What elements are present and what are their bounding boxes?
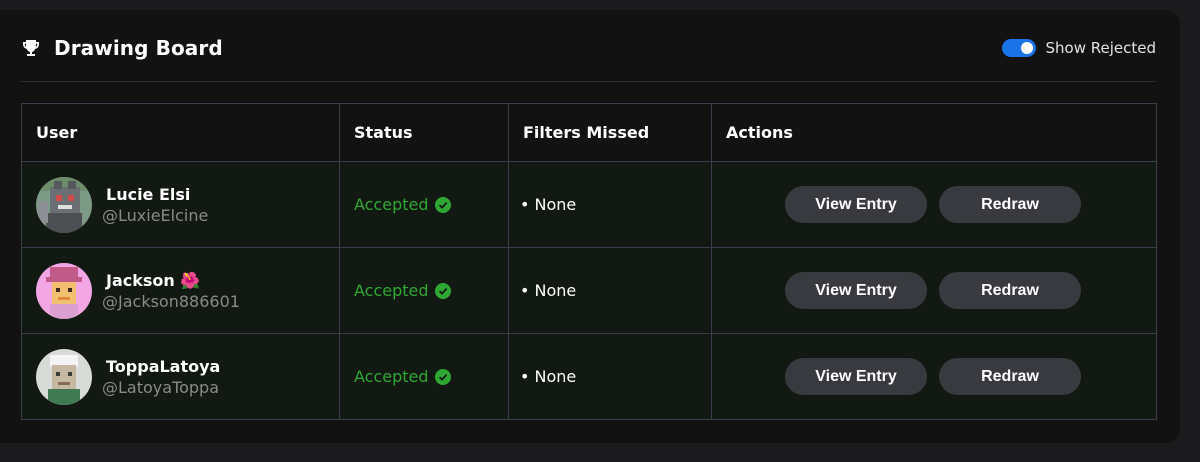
avatar[interactable] bbox=[36, 176, 92, 233]
user-cell: Lucie Elsi @LuxieElcine bbox=[21, 161, 340, 248]
user-info: Jackson 🌺 @Jackson886601 bbox=[102, 271, 240, 311]
user-handle: @Jackson886601 bbox=[102, 291, 240, 311]
column-header-user: User bbox=[21, 103, 340, 162]
filters-missed-text: • None bbox=[520, 281, 577, 300]
user-cell: ToppaLatoya @LatoyaToppa bbox=[21, 333, 340, 420]
check-circle-icon bbox=[434, 196, 451, 213]
filters-missed-text: • None bbox=[520, 367, 577, 386]
actions-cell: View Entry Redraw bbox=[711, 333, 1157, 420]
check-circle-icon bbox=[434, 282, 451, 299]
status-text: Accepted bbox=[354, 195, 429, 214]
view-entry-button[interactable]: View Entry bbox=[785, 272, 927, 309]
check-circle-icon bbox=[434, 368, 451, 385]
redraw-button[interactable]: Redraw bbox=[939, 272, 1081, 309]
user-handle: @LatoyaToppa bbox=[102, 377, 220, 397]
user-info: Lucie Elsi @LuxieElcine bbox=[102, 185, 208, 225]
user-handle: @LuxieElcine bbox=[102, 205, 209, 225]
table-row: ToppaLatoya @LatoyaToppa Accepted • None bbox=[21, 333, 1157, 420]
column-header-actions: Actions bbox=[711, 103, 1157, 162]
table-row: Jackson 🌺 @Jackson886601 Accepted • None bbox=[21, 247, 1157, 334]
actions-cell: View Entry Redraw bbox=[711, 161, 1157, 248]
redraw-button[interactable]: Redraw bbox=[939, 358, 1081, 395]
show-rejected-control[interactable]: Show Rejected bbox=[1001, 39, 1157, 57]
filters-missed-cell: • None bbox=[508, 161, 712, 248]
header-divider bbox=[20, 81, 1156, 82]
page-title: Drawing Board bbox=[54, 36, 223, 60]
status-text: Accepted bbox=[354, 367, 429, 386]
user-name: Jackson 🌺 bbox=[106, 270, 201, 290]
table-row: Lucie Elsi @LuxieElcine Accepted • None bbox=[21, 161, 1157, 248]
column-header-status: Status bbox=[339, 103, 509, 162]
avatar[interactable] bbox=[36, 262, 92, 319]
actions-cell: View Entry Redraw bbox=[711, 247, 1157, 334]
table-header-row: User Status Filters Missed Actions bbox=[21, 103, 1157, 162]
drawing-board-panel: Drawing Board Show Rejected User Status … bbox=[0, 10, 1180, 443]
status-cell: Accepted bbox=[339, 333, 509, 420]
show-rejected-toggle[interactable] bbox=[1001, 39, 1036, 57]
filters-missed-cell: • None bbox=[508, 333, 712, 420]
trophy-icon bbox=[20, 37, 42, 59]
filters-missed-cell: • None bbox=[508, 247, 712, 334]
column-header-filters-missed: Filters Missed bbox=[508, 103, 712, 162]
filters-missed-text: • None bbox=[520, 195, 577, 214]
status-text: Accepted bbox=[354, 281, 429, 300]
show-rejected-label: Show Rejected bbox=[1045, 39, 1157, 57]
user-info: ToppaLatoya @LatoyaToppa bbox=[102, 357, 220, 397]
user-cell: Jackson 🌺 @Jackson886601 bbox=[21, 247, 340, 334]
user-name: Lucie Elsi bbox=[106, 184, 191, 204]
redraw-button[interactable]: Redraw bbox=[939, 186, 1081, 223]
toggle-knob bbox=[1020, 42, 1033, 54]
status-cell: Accepted bbox=[339, 247, 509, 334]
avatar[interactable] bbox=[36, 348, 92, 405]
panel-header: Drawing Board Show Rejected bbox=[20, 26, 1156, 70]
view-entry-button[interactable]: View Entry bbox=[785, 186, 927, 223]
entries-table: User Status Filters Missed Actions Lucie… bbox=[21, 103, 1157, 420]
title-group: Drawing Board bbox=[20, 36, 223, 60]
status-cell: Accepted bbox=[339, 161, 509, 248]
user-name: ToppaLatoya bbox=[106, 356, 221, 376]
view-entry-button[interactable]: View Entry bbox=[785, 358, 927, 395]
